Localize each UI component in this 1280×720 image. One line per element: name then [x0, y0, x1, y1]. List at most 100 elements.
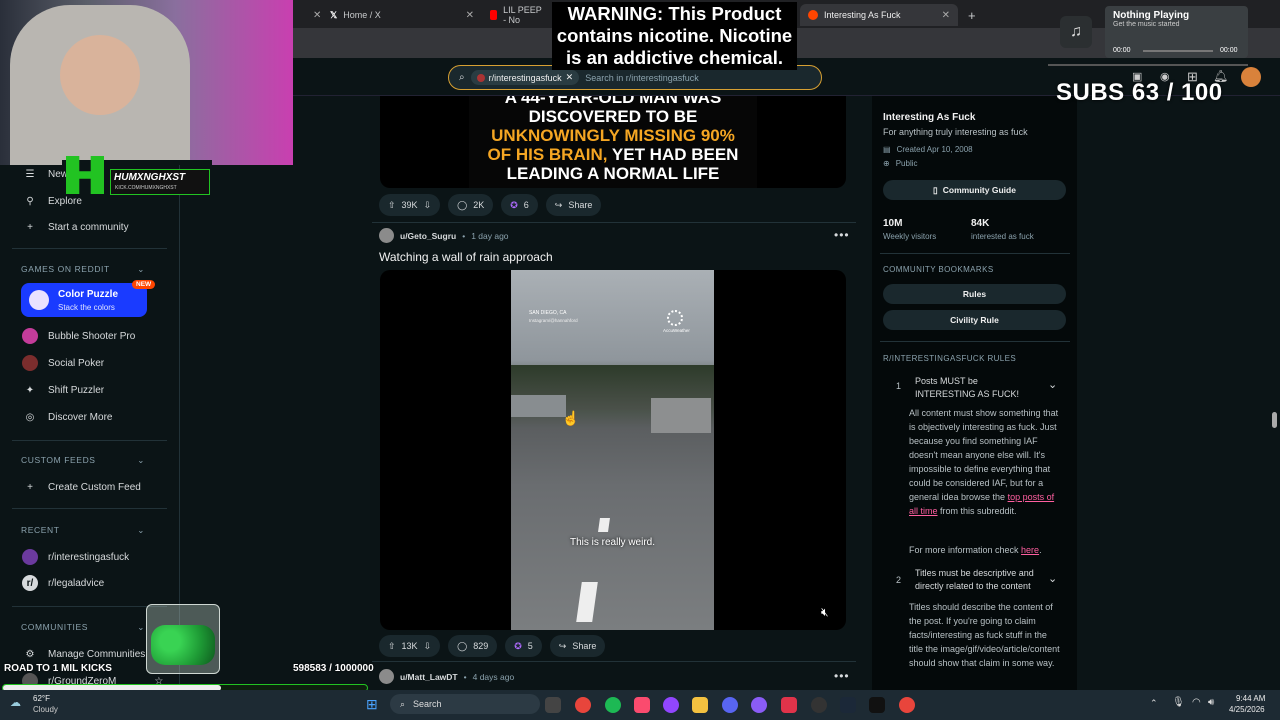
clock-time[interactable]: 9:44 AM — [1236, 694, 1265, 703]
sidebar-label: Social Poker — [48, 357, 105, 369]
post-author[interactable]: u/Geto_Sugru — [400, 231, 456, 241]
sidebar-game-bubble-shooter[interactable]: Bubble Shooter Pro — [22, 328, 135, 344]
folder-icon[interactable] — [692, 697, 708, 713]
post-video[interactable]: SAN DIEGO, CA Instagram/@hannahford Accu… — [380, 270, 846, 630]
steam-icon[interactable] — [840, 697, 856, 713]
chevron-down-icon[interactable]: ⌄ — [1048, 378, 1057, 391]
communities-header[interactable]: COMMUNITIES ⌄ — [21, 622, 145, 633]
award-count: 5 — [527, 641, 533, 651]
chevron-down-icon: ⌄ — [137, 622, 145, 632]
music-app-icon[interactable] — [634, 697, 650, 713]
manage-communities[interactable]: ⚙ Manage Communities — [22, 646, 146, 662]
rules-bookmark-button[interactable]: Rules — [883, 284, 1066, 304]
button-label: Community Guide — [942, 185, 1016, 195]
puzzle-icon: ✦ — [25, 384, 35, 396]
user-avatar[interactable] — [1241, 67, 1261, 87]
civility-rule-button[interactable]: Civility Rule — [883, 310, 1066, 330]
clock-date[interactable]: 4/25/2026 — [1229, 705, 1265, 714]
wifi-icon[interactable]: ◠ — [1192, 697, 1201, 708]
close-icon[interactable]: ✕ — [942, 10, 950, 21]
rule-title[interactable]: Titles must be descriptive and directly … — [915, 567, 1043, 593]
tab-youtube[interactable]: LIL PEEP - No — [482, 4, 552, 26]
vote-pill[interactable]: ⇧ 39K ⇩ — [379, 194, 441, 216]
share-button[interactable]: ↪ Share — [545, 194, 602, 216]
spotify-icon[interactable] — [605, 697, 621, 713]
sidebar-label: Manage Communities — [48, 648, 146, 660]
upvote-icon[interactable]: ⇧ — [388, 200, 396, 211]
sidebar-game-shift-puzzler[interactable]: ✦ Shift Puzzler — [22, 382, 104, 398]
award-button[interactable]: ✪ 6 — [501, 194, 538, 216]
avatar[interactable] — [379, 228, 394, 243]
featured-game-card[interactable]: Color Puzzle Stack the colors — [21, 283, 147, 317]
award-count: 6 — [523, 200, 529, 210]
terminal-icon[interactable] — [869, 697, 885, 713]
post-actions: ⇧ 13K ⇩ ◯ 829 ✪ 5 ↪ Share — [379, 635, 606, 657]
parked-cars — [511, 395, 566, 417]
new-tab-button[interactable]: + — [960, 4, 980, 26]
windows-start-icon[interactable]: ⊞ — [366, 696, 378, 713]
upvote-icon[interactable]: ⇧ — [388, 641, 396, 652]
recent-legaladvice[interactable]: r/r/legaladvice — [22, 575, 104, 591]
post-title[interactable]: Watching a wall of rain approach — [379, 250, 553, 264]
weather-condition[interactable]: Cloudy — [33, 705, 58, 714]
vote-pill[interactable]: ⇧ 13K ⇩ — [379, 635, 441, 657]
mute-icon[interactable]: 🔇︎ — [821, 605, 829, 620]
recent-header[interactable]: RECENT ⌄ — [21, 525, 145, 536]
avatar[interactable] — [379, 669, 394, 684]
obs-icon[interactable] — [811, 697, 827, 713]
post-image[interactable]: A 44-YEAR-OLD MAN WAS DISCOVERED TO BE U… — [380, 96, 846, 188]
divider — [372, 222, 856, 223]
now-playing-widget: Nothing Playing Get the music started 00… — [1105, 6, 1248, 58]
sidebar-item-start-community[interactable]: + Start a community — [22, 219, 129, 235]
app-icon[interactable] — [751, 697, 767, 713]
custom-feeds-header[interactable]: CUSTOM FEEDS ⌄ — [21, 455, 145, 466]
recent-interestingasfuck[interactable]: r/interestingasfuck — [22, 549, 129, 565]
taskbar-search[interactable]: ⌕ Search — [390, 694, 540, 714]
create-custom-feed[interactable]: + Create Custom Feed — [22, 479, 141, 495]
comments-button[interactable]: ◯ 829 — [448, 635, 498, 657]
comment-icon: ◯ — [457, 199, 468, 210]
downvote-icon[interactable]: ⇩ — [424, 200, 432, 211]
chrome-icon[interactable] — [575, 697, 591, 713]
award-button[interactable]: ✪ 5 — [505, 635, 542, 657]
tab-interesting[interactable]: Interesting As Fuck ✕ — [800, 4, 958, 26]
search-input[interactable]: Search in r/interestingasfuck — [585, 73, 699, 83]
downvote-icon[interactable]: ⇩ — [424, 641, 432, 652]
close-icon[interactable]: ✕ — [566, 72, 574, 83]
youtube-icon — [490, 10, 498, 20]
post-author[interactable]: u/Matt_LawDT — [400, 672, 458, 682]
tab-x[interactable]: 𝕏 Home / X ✕ — [322, 4, 482, 26]
sidebar-game-social-poker[interactable]: Social Poker — [22, 355, 104, 371]
stat-label: interested as fuck — [971, 232, 1034, 241]
weather-temp[interactable]: 62°F — [33, 694, 50, 703]
microphone-icon[interactable]: 🎙︎ — [1172, 697, 1185, 708]
divider — [880, 341, 1070, 342]
sidebar-discover-more[interactable]: ◎ Discover More — [22, 409, 113, 425]
image-line: OF HIS BRAIN, YET HAD BEEN — [469, 145, 757, 164]
comments-button[interactable]: ◯ 2K — [448, 194, 494, 216]
divider — [12, 440, 167, 441]
image-line: LEADING A NORMAL LIFE — [506, 164, 720, 183]
more-options-icon[interactable]: ••• — [834, 669, 850, 683]
more-options-icon[interactable]: ••• — [834, 228, 850, 242]
games-header[interactable]: GAMES ON REDDIT ⌄ — [21, 264, 145, 275]
community-guide-button[interactable]: ▯ Community Guide — [883, 180, 1066, 200]
discord-icon[interactable] — [722, 697, 738, 713]
twitch-icon[interactable] — [663, 697, 679, 713]
volume-icon[interactable]: 🔊︎ — [1208, 697, 1214, 708]
app-icon[interactable] — [781, 697, 797, 713]
divider — [12, 248, 167, 249]
chevron-up-icon[interactable]: ⌃ — [1150, 698, 1158, 709]
close-icon[interactable]: ✕ — [466, 10, 474, 21]
here-link[interactable]: here — [1021, 545, 1039, 555]
task-view-icon[interactable] — [545, 697, 561, 713]
close-tab-icon[interactable]: ✕ — [305, 4, 321, 26]
community-chip[interactable]: r/interestingasfuck ✕ — [470, 70, 580, 85]
chrome-icon[interactable] — [899, 697, 915, 713]
share-button[interactable]: ↪ Share — [549, 635, 606, 657]
rule-title[interactable]: Posts MUST be INTERESTING AS FUCK! — [915, 375, 1035, 401]
chevron-down-icon[interactable]: ⌄ — [1048, 572, 1057, 585]
scrollbar-thumb[interactable] — [1272, 412, 1277, 428]
lane-marking — [598, 518, 610, 532]
sidebar-item-new[interactable]: ☰ New — [22, 166, 69, 182]
